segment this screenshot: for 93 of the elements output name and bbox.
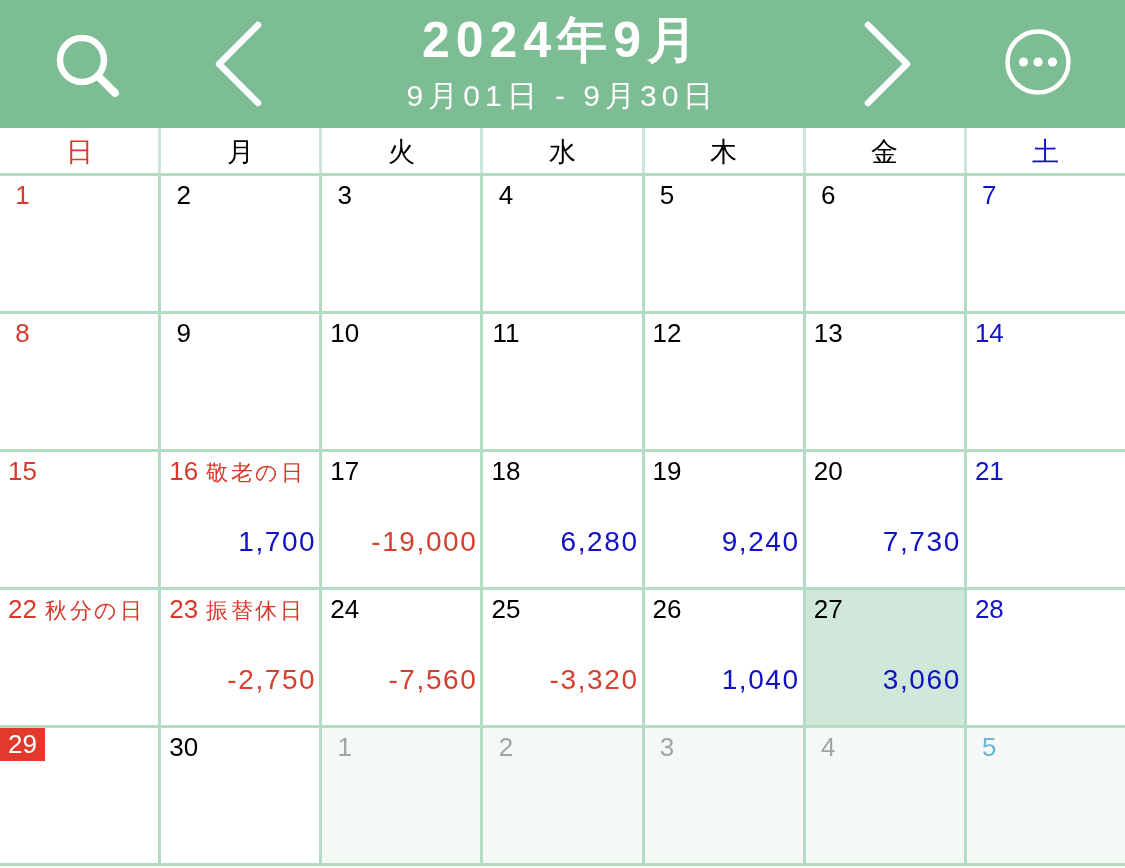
day-number: 14: [973, 317, 1005, 350]
day-cell[interactable]: 27 3,060: [805, 590, 964, 725]
amount: 1,700: [238, 526, 317, 558]
day-number: 24: [329, 593, 361, 626]
chevron-right-icon: [862, 21, 913, 107]
holiday-name: 振替休日: [206, 597, 305, 625]
day-cell[interactable]: 22 秋分の日: [0, 590, 159, 725]
more-button[interactable]: [1004, 29, 1071, 95]
day-number: 5: [658, 179, 676, 212]
day-number: 4: [497, 179, 515, 212]
day-number: 13: [812, 317, 844, 350]
amount: 6,280: [560, 526, 639, 558]
day-cell[interactable]: 1: [0, 176, 159, 311]
day-cell[interactable]: 30: [161, 728, 320, 863]
day-cell[interactable]: 28: [966, 590, 1125, 725]
day-number: 5: [981, 731, 998, 764]
day-cell[interactable]: 16 敬老の日 1,700: [161, 452, 320, 587]
day-number: 4: [819, 731, 837, 764]
day-cell[interactable]: 12: [644, 314, 803, 449]
weekday-label: 土: [1032, 135, 1060, 168]
day-number: 16: [168, 455, 200, 488]
day-number: 19: [651, 455, 683, 488]
holiday-name: 秋分の日: [45, 597, 144, 625]
holiday-name: 敬老の日: [206, 459, 306, 487]
amount: -3,320: [549, 664, 639, 696]
day-cell[interactable]: 5: [644, 176, 803, 311]
day-number: 9: [175, 317, 192, 350]
day-number: 23: [168, 593, 200, 626]
day-number: 22: [7, 593, 38, 626]
day-cell[interactable]: 25 -3,320: [483, 590, 642, 725]
day-number: 11: [491, 317, 521, 350]
day-number: 29: [0, 728, 45, 761]
day-cell[interactable]: 4: [483, 176, 642, 311]
day-cell[interactable]: 19 9,240: [644, 452, 803, 587]
day-cell[interactable]: 23 振替休日 -2,750: [161, 590, 320, 725]
day-cell[interactable]: 7: [966, 176, 1125, 311]
day-cell[interactable]: 9: [161, 314, 320, 449]
day-number: 12: [651, 317, 683, 350]
weekday-label: 金: [871, 135, 899, 168]
weekday-label: 火: [387, 135, 415, 168]
day-number: 2: [497, 731, 515, 764]
day-cell[interactable]: 18 6,280: [483, 452, 642, 587]
day-cell[interactable]: 11: [483, 314, 642, 449]
amount: -19,000: [371, 526, 478, 558]
day-number: 3: [658, 731, 676, 764]
day-number: 17: [329, 455, 361, 488]
day-number: 3: [336, 179, 353, 212]
amount: 1,040: [721, 664, 800, 696]
amount: 7,730: [882, 526, 961, 558]
next-button[interactable]: [862, 21, 913, 107]
day-cell[interactable]: 3: [322, 176, 481, 311]
day-number: 10: [329, 317, 361, 350]
amount: 3,060: [882, 664, 961, 696]
day-number: 20: [812, 455, 844, 488]
day-number: 30: [168, 731, 200, 764]
weekday-label: 月: [226, 135, 254, 168]
day-cell[interactable]: 13: [805, 314, 964, 449]
more-icon: [1004, 29, 1071, 95]
search-icon: [54, 33, 121, 99]
day-number: 21: [973, 455, 1005, 488]
day-cell[interactable]: 2: [161, 176, 320, 311]
search-button[interactable]: [54, 33, 121, 99]
month-title: 2024年9月: [421, 12, 703, 68]
day-cell[interactable]: 8: [0, 314, 159, 449]
weekday-label: 木: [710, 135, 738, 168]
amount: -2,750: [227, 664, 317, 696]
day-number: 25: [490, 593, 522, 626]
day-number: 27: [812, 593, 844, 626]
day-cell[interactable]: 10: [322, 314, 481, 449]
day-number: 18: [490, 455, 522, 488]
day-cell[interactable]: 15: [0, 452, 159, 587]
day-number: 8: [14, 317, 31, 350]
weekday-label: 水: [549, 135, 576, 168]
weekday-label: 日: [65, 135, 93, 168]
day-number: 7: [981, 179, 998, 212]
day-cell[interactable]: 26 1,040: [644, 590, 803, 725]
amount: -7,560: [388, 664, 478, 696]
amount: 9,240: [721, 526, 800, 558]
day-number: 1: [14, 179, 31, 212]
day-cell[interactable]: 17 -19,000: [322, 452, 481, 587]
day-cell[interactable]: 20 7,730: [805, 452, 964, 587]
day-cell[interactable]: 24 -7,560: [322, 590, 481, 725]
day-cell[interactable]: 29: [0, 728, 159, 863]
day-number: 26: [651, 593, 683, 626]
day-number: 2: [175, 179, 192, 212]
day-number: 1: [336, 731, 353, 764]
day-number: 28: [973, 593, 1005, 626]
day-cell[interactable]: 14: [966, 314, 1125, 449]
day-cell[interactable]: 21: [966, 452, 1125, 587]
day-number: 15: [7, 455, 38, 488]
date-range: 9月01日 - 9月30日: [406, 78, 719, 114]
day-cell[interactable]: 6: [805, 176, 964, 311]
day-number: 6: [819, 179, 837, 212]
